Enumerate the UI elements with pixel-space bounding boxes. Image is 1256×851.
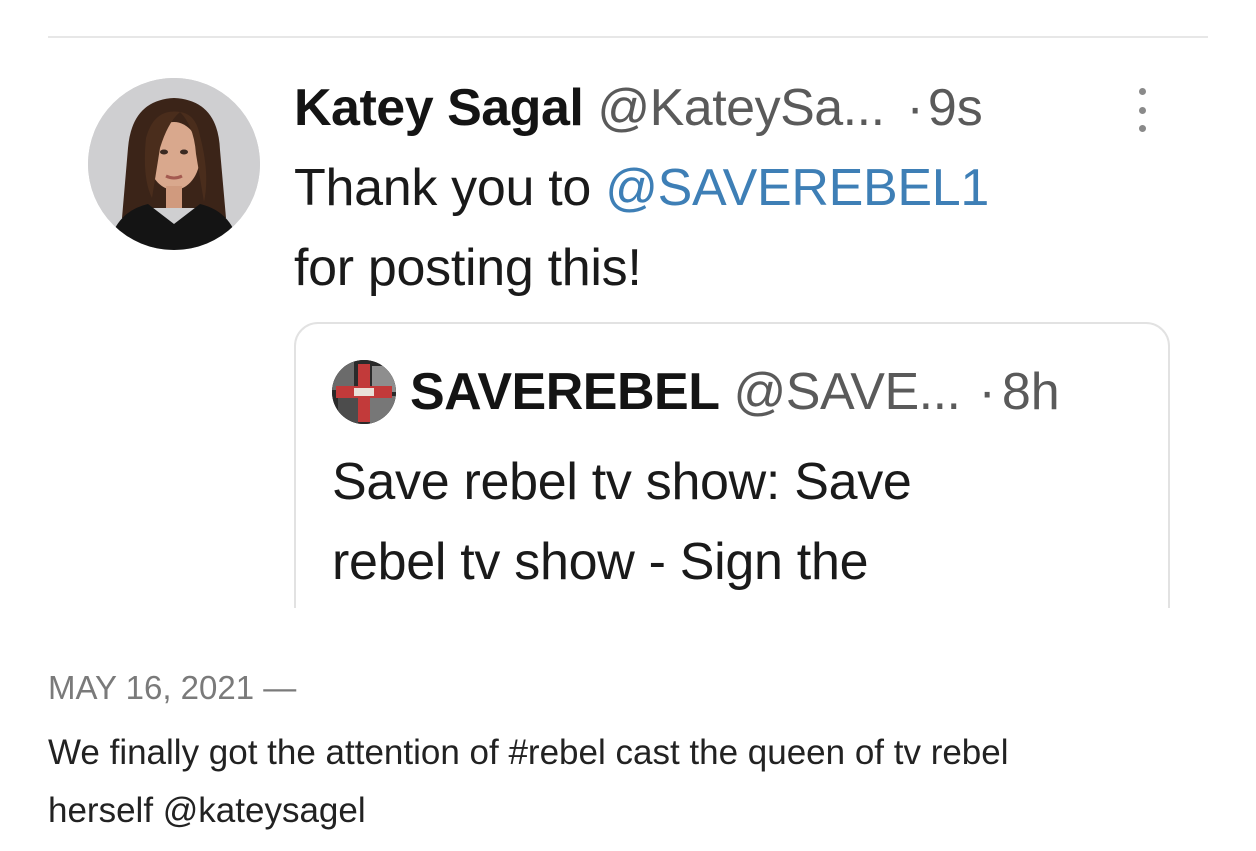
mention-link[interactable]: @SAVEREBEL1 xyxy=(605,159,989,217)
quoted-tweet-text: Save rebel tv show: Save rebel tv show -… xyxy=(332,442,1112,602)
tweet-header: Katey Sagal @KateySa... · 9s xyxy=(294,78,983,138)
tweet-screenshot: Katey Sagal @KateySa... · 9s Thank you t… xyxy=(48,38,1208,608)
dot-icon xyxy=(1138,106,1146,114)
time-separator: · xyxy=(906,79,924,137)
tweet-text: Thank you to @SAVEREBEL1 for posting thi… xyxy=(294,148,1114,308)
author-avatar[interactable] xyxy=(88,78,260,250)
quoted-text-line: rebel tv show - Sign the xyxy=(332,533,869,591)
quoted-tweet-card[interactable]: SAVEREBEL @SAVE... · 8h Save rebel tv sh… xyxy=(294,322,1170,608)
post-date-text: MAY 16, 2021 xyxy=(48,669,255,706)
post-date-dash: — xyxy=(254,669,297,706)
tweet-text-prefix: Thank you to xyxy=(294,159,606,217)
dot-icon xyxy=(1138,88,1146,95)
quoted-author-handle[interactable]: @SAVE... xyxy=(733,362,961,422)
vertical-ellipsis-icon[interactable] xyxy=(1134,88,1150,132)
quoted-text-line: Save rebel tv show: Save xyxy=(332,453,912,511)
quoted-tweet-header: SAVEREBEL @SAVE... · 8h xyxy=(332,360,1060,424)
tweet-text-suffix: for posting this! xyxy=(294,239,642,297)
tweet-timestamp[interactable]: 9s xyxy=(928,78,983,138)
author-name[interactable]: Katey Sagal xyxy=(294,78,584,138)
quoted-tweet-timestamp[interactable]: 8h xyxy=(1002,362,1060,422)
quoted-time-separator: · xyxy=(978,363,996,421)
post-caption: We finally got the attention of #rebel c… xyxy=(48,724,1188,840)
post-date: MAY 16, 2021 — xyxy=(48,666,296,710)
dot-icon xyxy=(1138,125,1146,132)
caption-line: herself @kateysagel xyxy=(48,791,366,830)
quoted-author-name[interactable]: SAVEREBEL xyxy=(410,362,720,422)
quoted-author-avatar[interactable] xyxy=(332,360,396,424)
author-handle[interactable]: @KateySa... xyxy=(597,78,885,138)
caption-line: We finally got the attention of #rebel c… xyxy=(48,733,1009,772)
